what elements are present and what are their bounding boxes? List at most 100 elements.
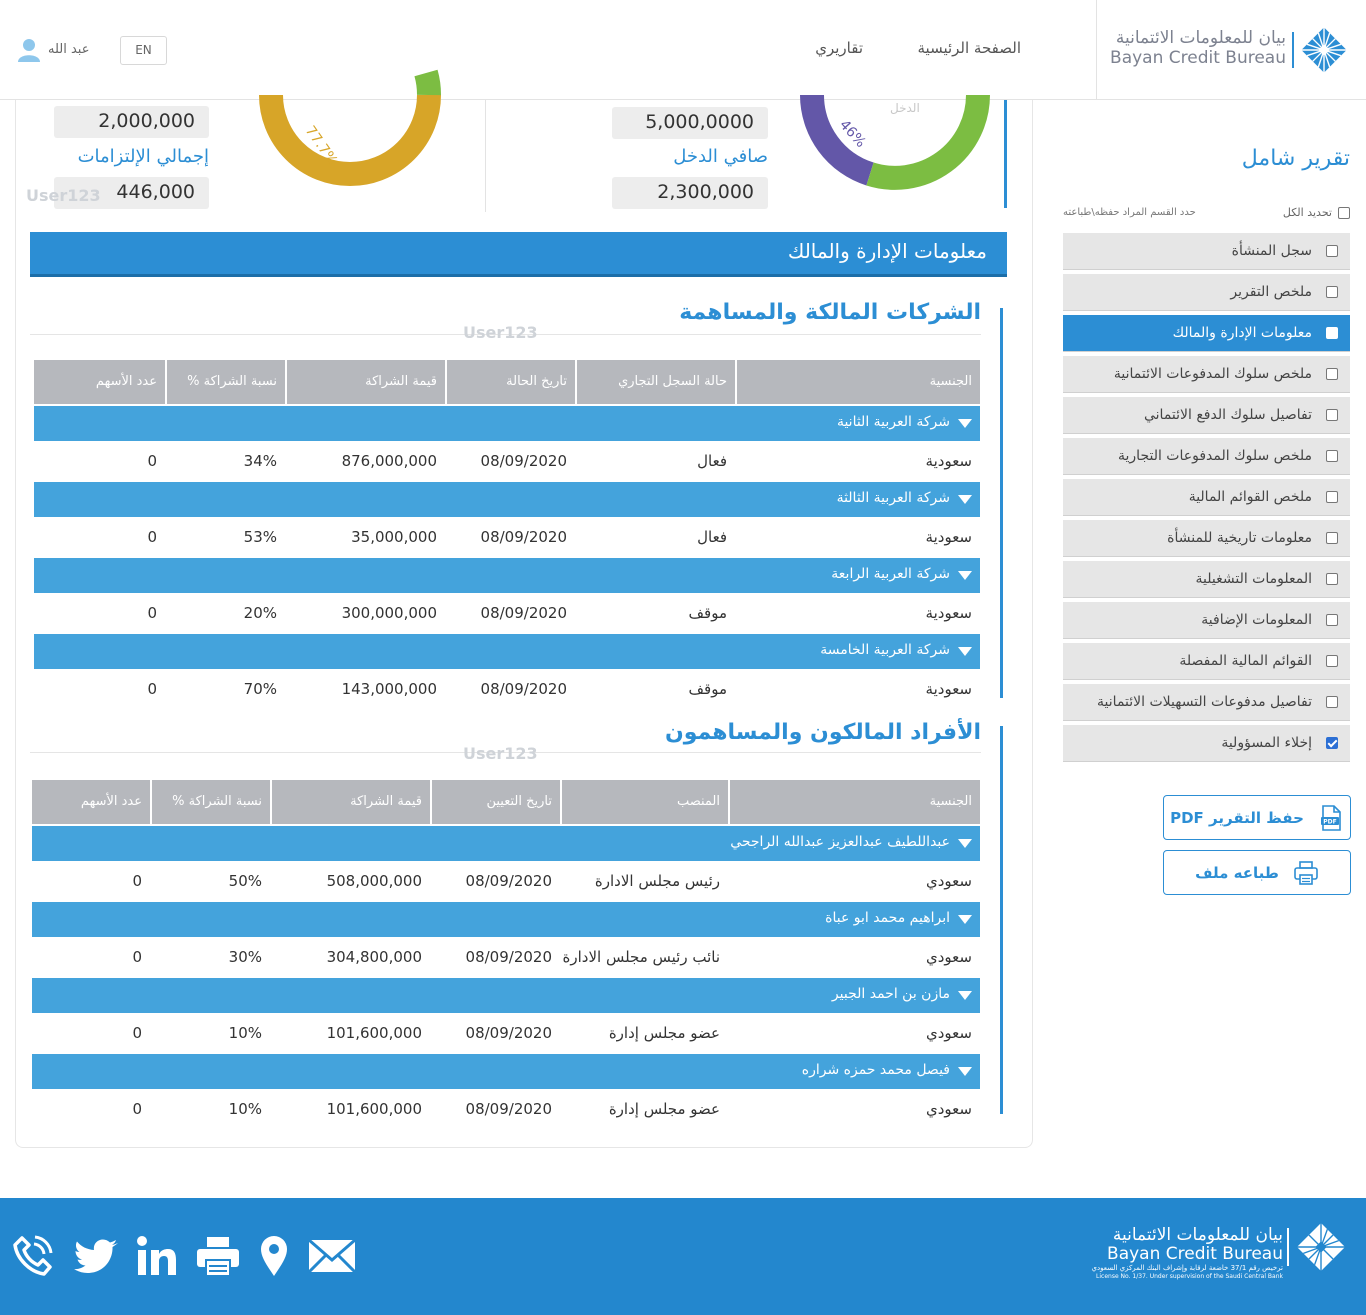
group-row-toggle[interactable]: مازن بن احمد الجبير <box>32 978 980 1013</box>
table-cell: 08/09/2020 <box>465 872 552 890</box>
group-row-toggle[interactable]: شركة العربية الرابعة <box>34 558 980 593</box>
group-row-toggle[interactable]: شركة العربية الثالثة <box>34 482 980 517</box>
section-checkbox[interactable] <box>1326 327 1338 339</box>
print-file-button[interactable]: طباعه ملف <box>1163 850 1351 895</box>
sidebar-item[interactable]: المعلومات التشغيلية <box>1063 561 1350 598</box>
sidebar-item-label: ملخص سلوك المدفوعات الائتمانية <box>1113 366 1312 382</box>
section-checkbox[interactable] <box>1326 532 1338 544</box>
column-header[interactable]: تاريخ التعيين <box>430 780 560 824</box>
phone-icon[interactable] <box>12 1234 54 1278</box>
chevron-down-icon[interactable] <box>958 495 972 504</box>
section-checkbox[interactable] <box>1326 491 1338 503</box>
sidebar-item[interactable]: معلومات تاريخية للمنشأة <box>1063 520 1350 557</box>
chevron-down-icon[interactable] <box>958 419 972 428</box>
group-row-toggle[interactable]: شركة العربية الثانية <box>34 406 980 441</box>
table-row: سعودية موقف 08/09/2020 300,000,000 20% 0 <box>34 593 980 633</box>
column-header[interactable]: الجنسية <box>728 780 980 824</box>
table-cell: 70% <box>243 680 277 698</box>
table-cell: 53% <box>243 528 277 546</box>
sidebar-item[interactable]: معلومات الإدارة والمالك <box>1063 315 1350 352</box>
table-cell: عضو مجلس إدارة <box>608 1100 720 1118</box>
liabilities-top-value: 2,000,000 <box>54 106 209 138</box>
header-logo[interactable]: بيان للمعلومات الائتمانية Bayan Credit B… <box>1096 0 1366 100</box>
table-cell: سعودي <box>926 948 972 966</box>
table-cell: 876,000,000 <box>341 452 437 470</box>
table-cell: موقف <box>688 604 727 622</box>
chevron-down-icon[interactable] <box>958 1067 972 1076</box>
table-cell: 20% <box>243 604 277 622</box>
sidebar-item[interactable]: القوائم المالية المفصلة <box>1063 643 1350 680</box>
table-cell: 08/09/2020 <box>465 1024 552 1042</box>
language-toggle-button[interactable]: EN <box>120 36 167 65</box>
sidebar-item[interactable]: تفاصيل مدفوعات التسهيلات الائتمانية <box>1063 684 1350 721</box>
sidebar-item[interactable]: المعلومات الإضافية <box>1063 602 1350 639</box>
email-icon[interactable] <box>307 1234 357 1278</box>
select-all[interactable]: تحديد الكل <box>1283 206 1350 219</box>
section-checkbox[interactable] <box>1326 696 1338 708</box>
individuals-header-row: الجنسية المنصب تاريخ التعيين قيمة الشراكة نس… <box>32 780 980 824</box>
column-header[interactable]: نسبة الشراكة % <box>150 780 270 824</box>
sidebar-item[interactable]: تفاصيل سلوك الدفع الائتماني <box>1063 397 1350 434</box>
section-checkbox[interactable] <box>1326 245 1338 257</box>
sidebar-item[interactable]: إخلاء المسؤولية <box>1063 725 1350 762</box>
printer-icon <box>1294 860 1318 885</box>
footer-logo-text: بيان للمعلومات الائتمانية Bayan Credit B… <box>1092 1226 1284 1281</box>
column-header[interactable]: الجنسية <box>735 360 980 404</box>
select-all-checkbox[interactable] <box>1338 206 1350 219</box>
location-icon[interactable] <box>258 1234 290 1278</box>
chevron-down-icon[interactable] <box>958 647 972 656</box>
section-checkbox[interactable] <box>1326 409 1338 421</box>
column-header[interactable]: عدد الأسهم <box>32 780 150 824</box>
column-header[interactable]: المنصب <box>560 780 728 824</box>
section-checkbox[interactable] <box>1326 614 1338 626</box>
report-title: تقرير شامل <box>1241 146 1350 171</box>
section-checkbox[interactable] <box>1326 368 1338 380</box>
chevron-down-icon[interactable] <box>958 991 972 1000</box>
logo-arabic: بيان للمعلومات الائتمانية <box>1115 28 1286 48</box>
total-liabilities-label: إجمالي الإلتزامات <box>77 146 209 167</box>
sidebar-item[interactable]: ملخص سلوك المدفوعات التجارية <box>1063 438 1350 475</box>
sidebar-item[interactable]: ملخص التقرير <box>1063 274 1350 311</box>
chevron-down-icon[interactable] <box>958 915 972 924</box>
sidebar-item[interactable]: ملخص القوائم المالية <box>1063 479 1350 516</box>
sidebar-item-label: تفاصيل سلوك الدفع الائتماني <box>1143 407 1312 423</box>
section-checkbox[interactable] <box>1326 655 1338 667</box>
watermark: User123 <box>26 186 101 205</box>
column-header[interactable]: حالة السجل التجاري <box>575 360 735 404</box>
group-row-toggle[interactable]: عبداللطيف عبدالعزيز عبدالله الراجحي <box>32 826 980 861</box>
column-header[interactable]: عدد الأسهم <box>34 360 165 404</box>
table-cell: 0 <box>132 948 142 966</box>
user-avatar-icon[interactable] <box>18 38 40 62</box>
group-name: شركة العربية الرابعة <box>831 566 950 582</box>
table-row: سعودية فعال 08/09/2020 876,000,000 34% 0 <box>34 441 980 481</box>
table-cell: رئيس مجلس الادارة <box>594 872 720 890</box>
column-header[interactable]: تاريخ الحالة <box>445 360 575 404</box>
print-icon[interactable] <box>195 1234 241 1278</box>
table-cell: 0 <box>147 604 157 622</box>
save-pdf-button[interactable]: PDF حفظ التقرير PDF <box>1163 795 1351 840</box>
section-checkbox[interactable] <box>1326 573 1338 585</box>
net-income-label: صافي الدخل <box>673 146 768 167</box>
user-name[interactable]: عبد الله <box>48 42 89 57</box>
chevron-down-icon[interactable] <box>958 571 972 580</box>
linkedin-icon[interactable] <box>136 1234 178 1278</box>
sidebar-item-label: معلومات تاريخية للمنشأة <box>1167 530 1312 546</box>
column-header[interactable]: قيمة الشراكة <box>285 360 445 404</box>
group-row-toggle[interactable]: فيصل محمد حمزه شراره <box>32 1054 980 1089</box>
column-header[interactable]: قيمة الشراكة <box>270 780 430 824</box>
sidebar-item[interactable]: ملخص سلوك المدفوعات الائتمانية <box>1063 356 1350 393</box>
group-row-toggle[interactable]: شركة العربية الخامسة <box>34 634 980 669</box>
companies-header-row: الجنسية حالة السجل التجاري تاريخ الحالة قيم… <box>34 360 980 404</box>
column-header[interactable]: نسبة الشراكة % <box>165 360 285 404</box>
liabilities-donut-chart: 77.7% <box>259 69 441 186</box>
income-donut-chart: الدخل 46% <box>800 94 990 190</box>
section-checkbox[interactable] <box>1326 286 1338 298</box>
sidebar-item[interactable]: سجل المنشأة <box>1063 233 1350 270</box>
twitter-icon[interactable] <box>74 1234 120 1278</box>
section-header-management: معلومات الإدارة والمالك <box>30 232 1007 277</box>
chevron-down-icon[interactable] <box>958 839 972 848</box>
section-checkbox[interactable] <box>1326 737 1338 749</box>
individuals-title: الأفراد المالكون والمساهمون <box>664 720 981 745</box>
section-checkbox[interactable] <box>1326 450 1338 462</box>
group-row-toggle[interactable]: ابراهيم محمد ابو عباة <box>32 902 980 937</box>
